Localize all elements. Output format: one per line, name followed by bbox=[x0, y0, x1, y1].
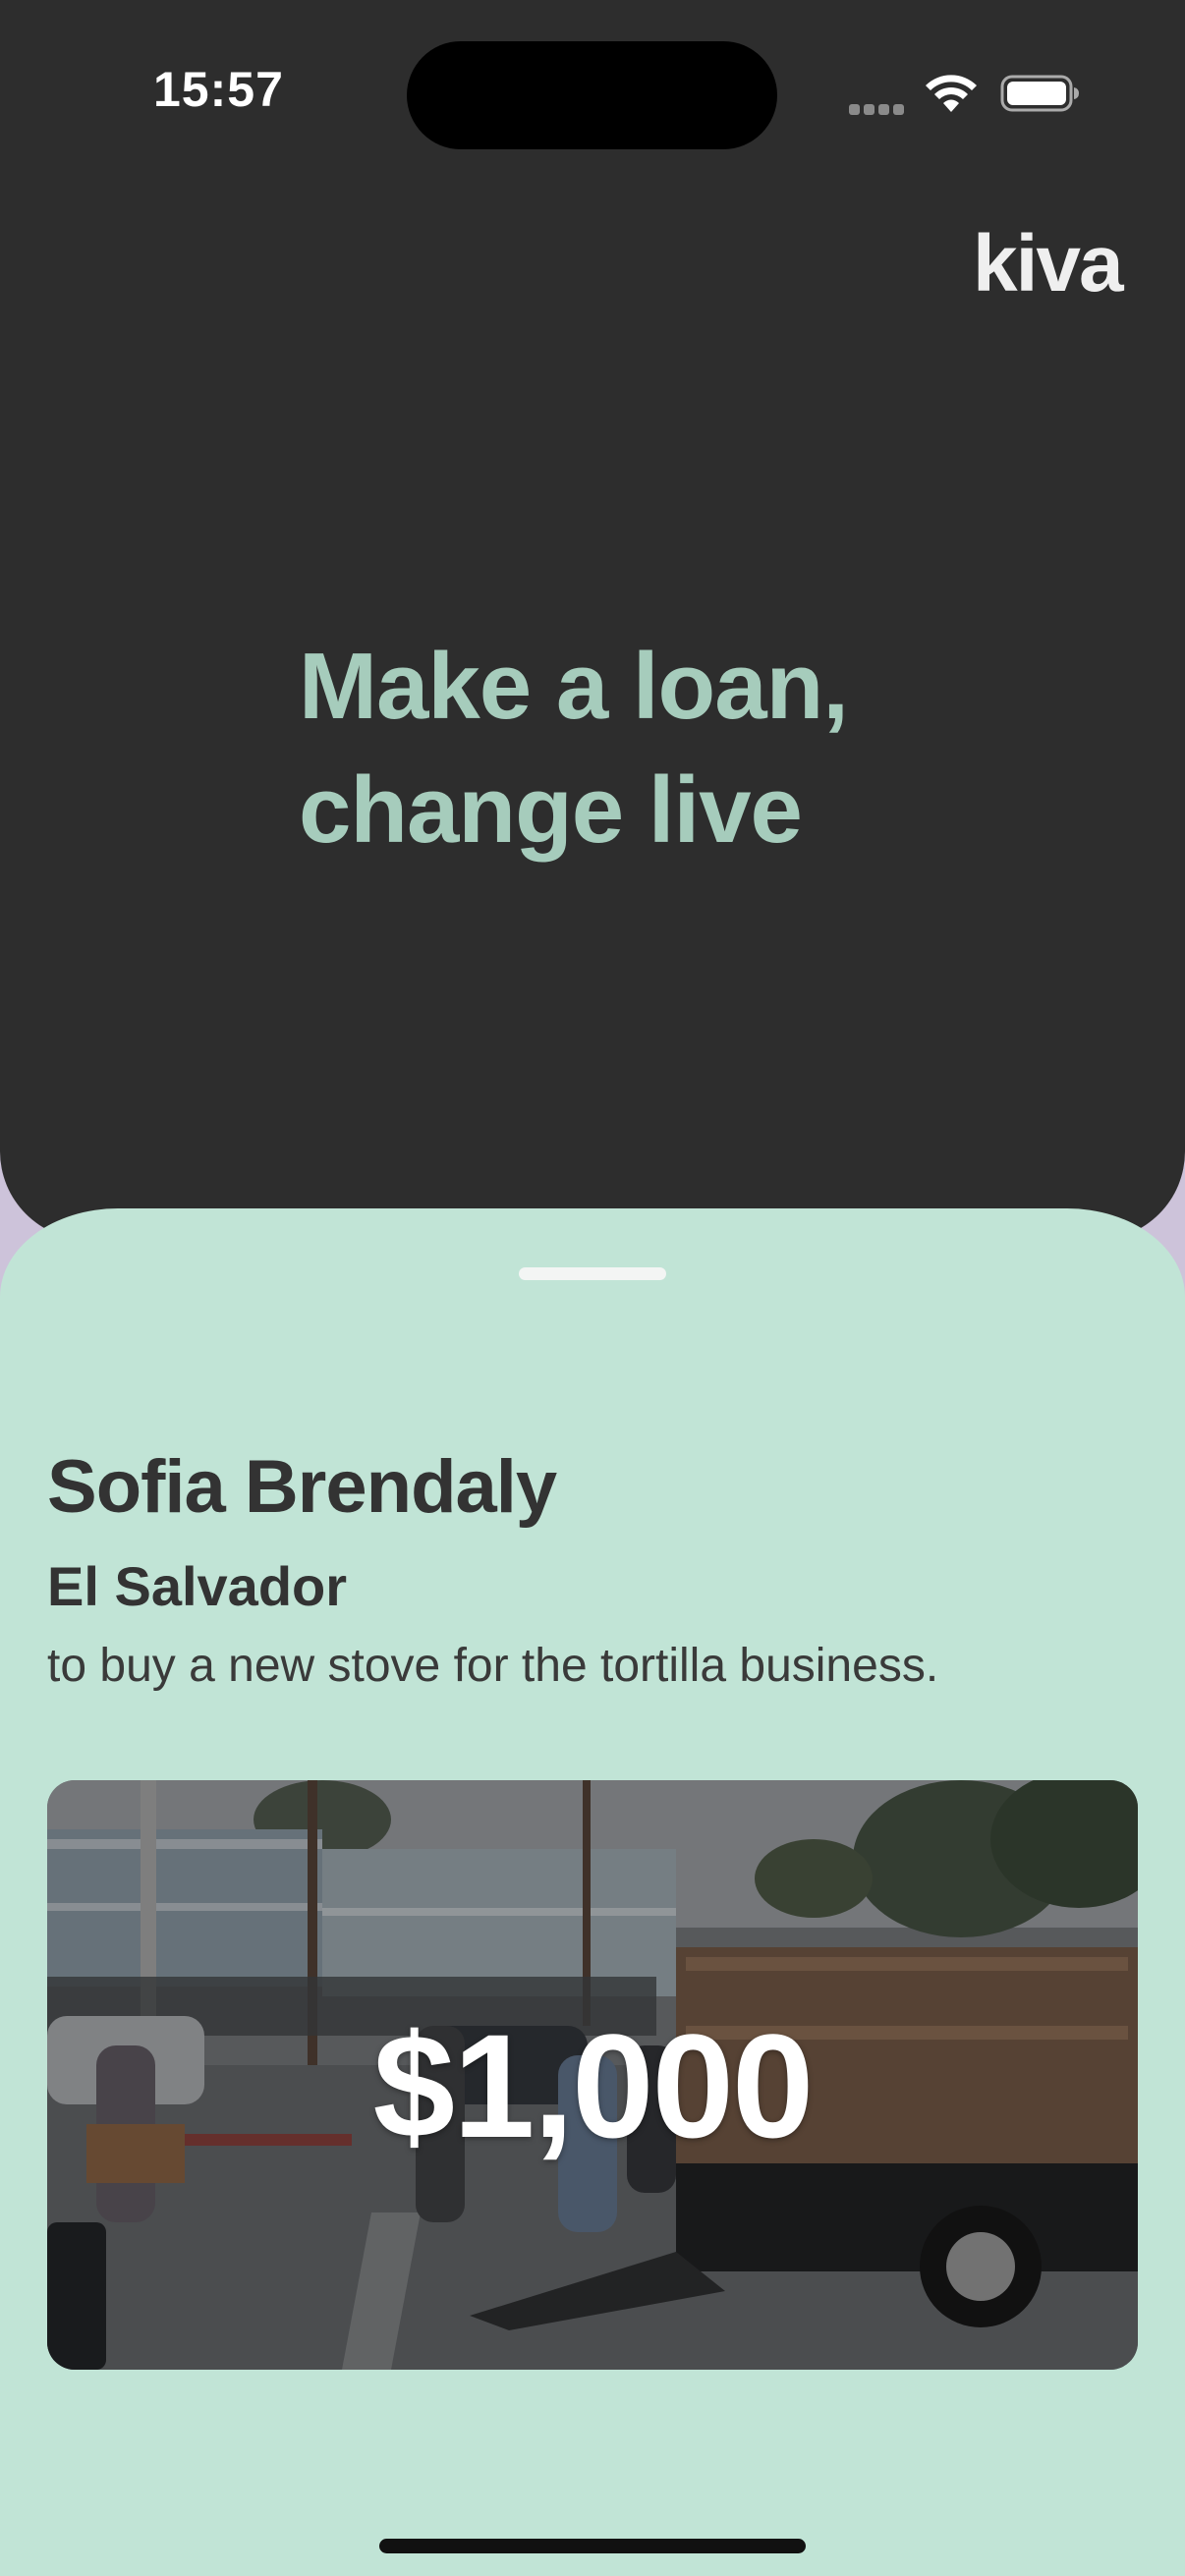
dynamic-island bbox=[407, 41, 777, 149]
battery-icon bbox=[1000, 75, 1079, 112]
borrower-name: Sofia Brendaly bbox=[47, 1445, 557, 1529]
loan-amount: $1,000 bbox=[372, 2003, 815, 2168]
loan-photo-card[interactable]: $1,000 bbox=[47, 1780, 1138, 2370]
hero-headline-line2: change live bbox=[299, 757, 803, 863]
sheet-drag-handle[interactable] bbox=[519, 1267, 666, 1280]
borrower-country: El Salvador bbox=[47, 1555, 348, 1617]
kiva-logo: kiva bbox=[973, 219, 1124, 308]
wifi-icon bbox=[926, 75, 977, 112]
cellular-signal-icon bbox=[849, 102, 908, 115]
loan-purpose: to buy a new stove for the tortilla busi… bbox=[47, 1640, 939, 1692]
status-time: 15:57 bbox=[153, 62, 284, 117]
home-indicator[interactable] bbox=[379, 2539, 806, 2553]
hero-headline-line1: Make a loan, bbox=[299, 634, 849, 739]
hero-headline: Make a loan, change live bbox=[299, 625, 1006, 872]
hero-panel: 15:57 kiva Make a loan, change live bbox=[0, 0, 1185, 1240]
loan-bottom-sheet[interactable]: Sofia Brendaly El Salvador to buy a new … bbox=[0, 1208, 1185, 2576]
